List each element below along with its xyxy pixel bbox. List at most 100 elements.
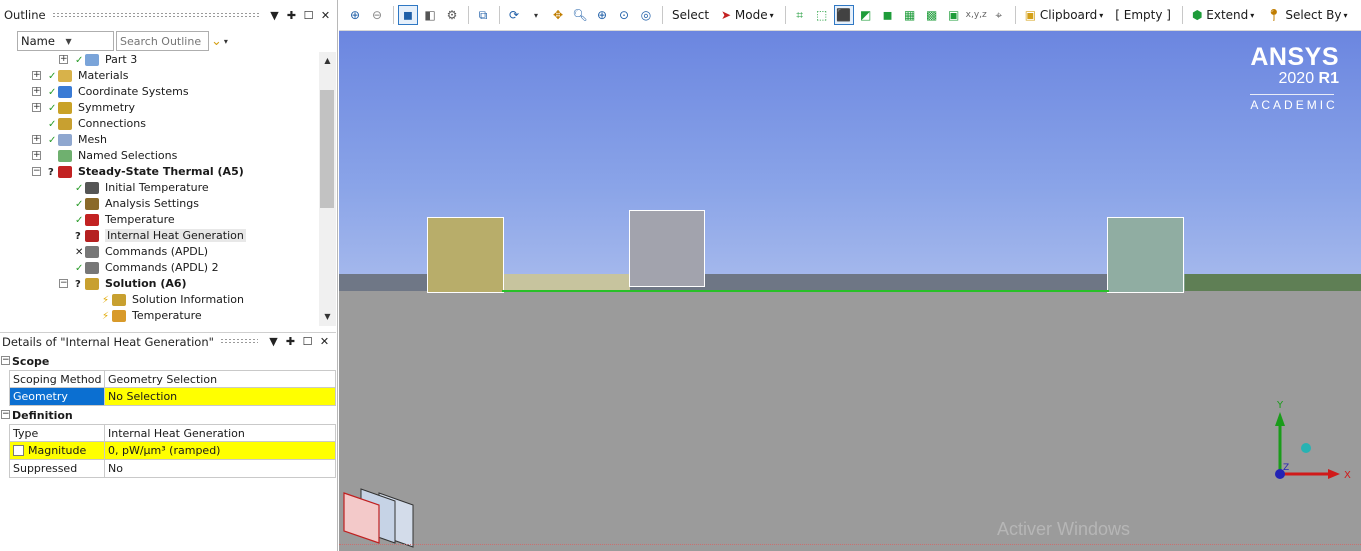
detail-value[interactable]: No Selection [105,388,335,405]
collapse-icon[interactable]: − [32,167,41,176]
graphics-viewport[interactable]: ANSYS 2020 R1 ACADEMIC Y X Z Activer Win… [339,31,1361,551]
detail-row-magnitude[interactable]: Magnitude 0, pW/µm³ (ramped) [9,442,336,460]
outline-maximize-icon[interactable]: ☐ [301,8,316,23]
expand-icon[interactable]: + [59,55,68,64]
tree-node[interactable]: + ✓ Materials [0,68,320,84]
expand-icon[interactable]: + [32,135,41,144]
coordinate-pick-icon[interactable]: x,y,z [966,5,987,25]
zoom-icon[interactable]: 🔍︎ [570,5,590,25]
tree-node[interactable]: ✓ Temperature [0,212,320,228]
tree-node[interactable]: ⚡ Solution Information [0,292,320,308]
tree-node-label: Internal Heat Generation [105,229,246,242]
rotate-dropdown-icon[interactable]: ▾ [526,5,546,25]
show-mesh-icon[interactable]: ⚙ [442,5,462,25]
filter-dropdown[interactable]: ⌄ ▾ [211,31,235,51]
section-plane-icon[interactable]: ⧉ [473,5,493,25]
tree-node[interactable]: ✓ Connections [0,116,320,132]
scroll-down-icon[interactable]: ▼ [319,310,336,324]
geometry-strip [504,274,630,291]
tree-node[interactable]: ⚡ Temperature [0,308,320,324]
detail-row-scoping-method[interactable]: Scoping Method Geometry Selection [9,370,336,388]
outline-pin-icon[interactable]: ✚ [284,8,299,23]
detail-row-suppressed[interactable]: Suppressed No [9,460,336,478]
tree-item-icon [85,246,99,258]
details-close-icon[interactable]: ✕ [317,334,332,349]
tree-node[interactable]: + ✓ Mesh [0,132,320,148]
chevron-down-icon: ▾ [1250,10,1255,20]
tree-item-icon [85,214,99,226]
scroll-up-icon[interactable]: ▲ [319,54,336,68]
expand-icon[interactable]: + [32,151,41,160]
detail-value[interactable]: Geometry Selection [105,371,335,387]
tree-node[interactable]: ✕ Commands (APDL) [0,244,320,260]
tree-node[interactable]: + ✓ Symmetry [0,100,320,116]
tree-item-icon [112,294,126,306]
hit-point-icon[interactable]: ⌖ [989,5,1009,25]
box-zoom-icon[interactable]: ⊕ [592,5,612,25]
zoom-to-fit-icon[interactable]: ⊙ [614,5,634,25]
outline-menu-icon[interactable]: ▼ [267,8,282,23]
select-mesh-icon[interactable]: ▣ [944,5,964,25]
select-button[interactable]: Select [667,5,714,25]
body-block[interactable] [427,217,504,293]
scroll-thumb[interactable] [320,90,334,208]
detail-row-type[interactable]: Type Internal Heat Generation [9,424,336,442]
view-wireframe-icon[interactable]: ◧ [420,5,440,25]
rotate-icon[interactable]: ⟳ [504,5,524,25]
outline-close-icon[interactable]: ✕ [318,8,333,23]
tree-node[interactable]: + ✓ Part 3 [0,52,320,68]
details-pin-icon[interactable]: ✚ [283,334,298,349]
detail-value[interactable]: Internal Heat Generation [105,425,335,441]
zoom-out-icon[interactable]: ⊖ [367,5,387,25]
detail-row-geometry[interactable]: Geometry No Selection [9,388,336,406]
collapse-icon[interactable]: − [1,410,10,419]
parameter-checkbox[interactable] [13,445,24,456]
outline-grip[interactable] [51,11,259,19]
toolbar-divider [499,6,500,24]
expand-icon[interactable]: + [32,103,41,112]
details-grip[interactable] [219,338,258,345]
view-solid-icon[interactable]: ◼ [398,5,418,25]
body-block[interactable] [1107,217,1184,293]
tree-node-label: Part 3 [105,53,138,66]
select-body-icon[interactable]: ◩ [856,5,876,25]
details-maximize-icon[interactable]: ☐ [300,334,315,349]
pan-icon[interactable]: ✥ [548,5,568,25]
details-section-scope[interactable]: − Scope [0,352,336,370]
select-node-icon[interactable]: ◼ [878,5,898,25]
extend-dropdown[interactable]: ⬢ Extend ▾ [1187,5,1259,25]
details-menu-icon[interactable]: ▼ [266,334,281,349]
coordinate-triad[interactable]: Y X Z [1244,396,1354,486]
detail-value[interactable]: 0, pW/µm³ (ramped) [105,442,335,459]
outline-scrollbar[interactable]: ▲ ▼ [319,52,336,326]
tree-node[interactable]: −? Steady-State Thermal (A5) [0,164,320,180]
sort-field-dropdown[interactable]: Name ▼ [17,31,114,51]
details-section-definition[interactable]: − Definition [0,406,336,424]
collapse-icon[interactable]: − [59,279,68,288]
collapse-icon[interactable]: − [1,356,10,365]
tree-node[interactable]: + ✓ Coordinate Systems [0,84,320,100]
zoom-in-icon[interactable]: ⊕ [345,5,365,25]
expand-icon[interactable]: + [32,71,41,80]
tree-node[interactable]: −? Solution (A6) [0,276,320,292]
select-element-face-icon[interactable]: ▦ [900,5,920,25]
search-outline-input[interactable] [116,31,209,51]
select-face-icon[interactable]: ⬛ [833,5,854,25]
tree-node[interactable]: ? Internal Heat Generation [0,228,320,244]
select-element-icon[interactable]: ▩ [922,5,942,25]
select-vertex-icon[interactable]: ⌗ [790,5,810,25]
tree-node[interactable]: ✓ Initial Temperature [0,180,320,196]
tree-node[interactable]: ✓ Commands (APDL) 2 [0,260,320,276]
tree-node[interactable]: + Named Selections [0,148,320,164]
select-edge-icon[interactable]: ⬚ [812,5,832,25]
expand-icon[interactable]: + [32,87,41,96]
detail-value[interactable]: No [105,460,335,477]
select-by-dropdown[interactable]: 📍︎ Select By ▾ [1261,5,1352,25]
body-block[interactable] [629,210,705,287]
clipboard-dropdown[interactable]: ▣ Clipboard ▾ [1020,5,1109,25]
tree-node[interactable]: ✓ Analysis Settings [0,196,320,212]
status-x-icon: ✕ [75,247,84,258]
magnifier-icon[interactable]: ◎ [636,5,656,25]
mode-dropdown[interactable]: ➤ Mode ▾ [716,5,779,25]
view-planes-icon[interactable] [339,481,419,551]
